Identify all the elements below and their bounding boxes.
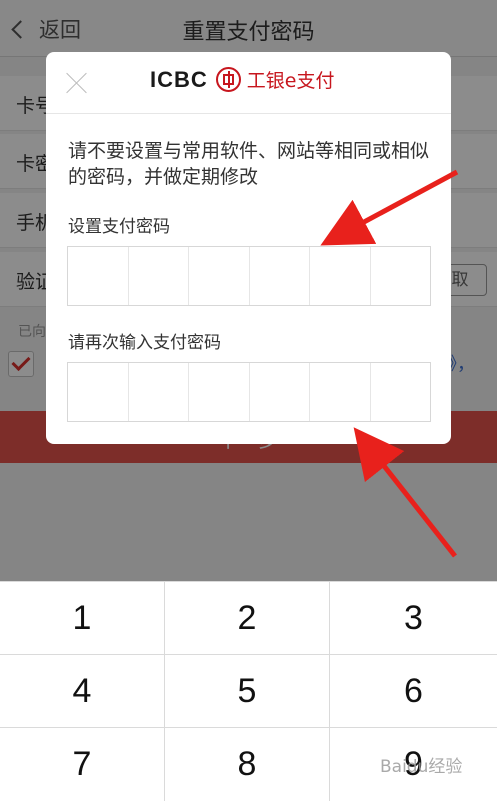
key-1[interactable]: 1 bbox=[0, 581, 165, 654]
digit-cell bbox=[129, 247, 189, 305]
key-4[interactable]: 4 bbox=[0, 654, 165, 727]
digit-cell bbox=[250, 247, 310, 305]
set-password-label: 设置支付密码 bbox=[68, 217, 170, 237]
brand-icbc-text: ICBC bbox=[150, 66, 208, 92]
digit-cell bbox=[250, 363, 310, 421]
key-5[interactable]: 5 bbox=[165, 654, 330, 727]
key-2[interactable]: 2 bbox=[165, 581, 330, 654]
set-password-input[interactable] bbox=[67, 246, 431, 306]
watermark: Baidu经验 bbox=[380, 757, 463, 777]
dialog-header: ICBC 工银e支付 bbox=[46, 52, 451, 114]
close-icon[interactable] bbox=[66, 72, 88, 94]
key-7[interactable]: 7 bbox=[0, 727, 165, 801]
password-warning: 请不要设置与常用软件、网站等相同或相似的密码，并做定期修改 bbox=[68, 140, 430, 188]
digit-cell bbox=[371, 247, 431, 305]
digit-cell bbox=[189, 363, 250, 421]
digit-cell bbox=[129, 363, 189, 421]
digit-cell bbox=[68, 363, 129, 421]
brand-zh-text: 工银e支付 bbox=[246, 70, 335, 92]
icbc-logo-icon bbox=[215, 67, 241, 92]
digit-cell bbox=[310, 247, 371, 305]
digit-cell bbox=[189, 247, 250, 305]
confirm-password-input[interactable] bbox=[67, 362, 431, 422]
digit-cell bbox=[68, 247, 129, 305]
key-3[interactable]: 3 bbox=[330, 581, 497, 654]
digit-cell bbox=[310, 363, 371, 421]
password-dialog: ICBC 工银e支付 请不要设置与常用软件、网站等相同或相似的密码，并做定期修改… bbox=[46, 52, 451, 444]
digit-cell bbox=[371, 363, 431, 421]
key-8[interactable]: 8 bbox=[165, 727, 330, 801]
key-6[interactable]: 6 bbox=[330, 654, 497, 727]
brand-logo: ICBC 工银e支付 bbox=[150, 66, 334, 93]
confirm-password-label: 请再次输入支付密码 bbox=[68, 333, 221, 353]
